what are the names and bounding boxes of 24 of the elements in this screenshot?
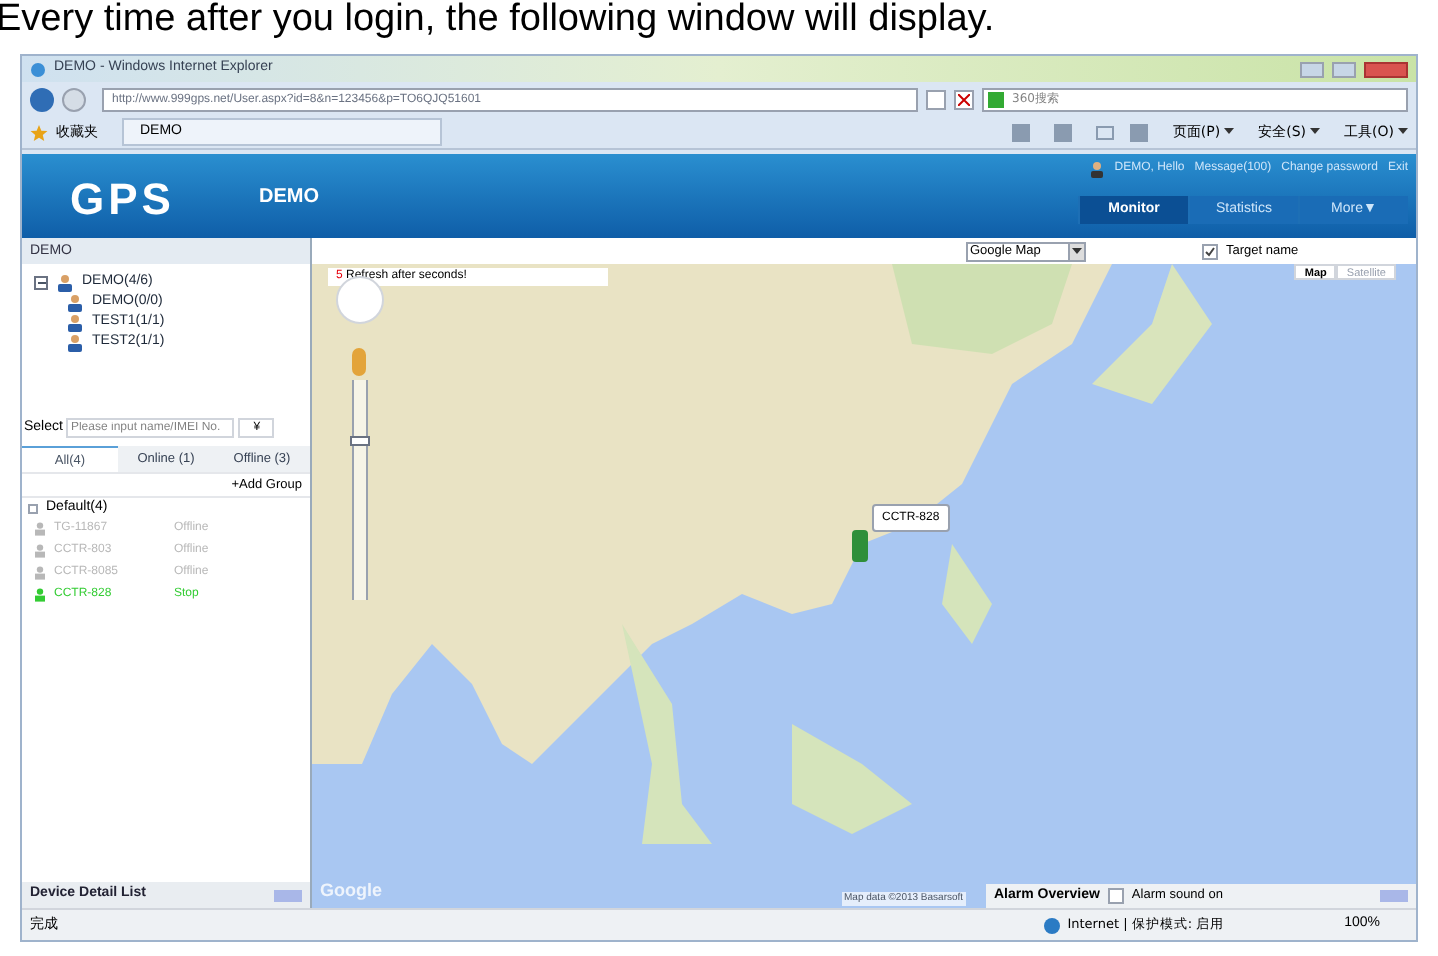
user-icon bbox=[66, 333, 84, 351]
user-icon bbox=[1090, 161, 1105, 177]
close-button[interactable] bbox=[1364, 61, 1408, 77]
checkbox[interactable] bbox=[1107, 888, 1124, 904]
collapse-icon[interactable] bbox=[34, 275, 48, 289]
caret-icon bbox=[1072, 247, 1082, 255]
app-logo: GPS bbox=[70, 172, 175, 222]
caret-icon bbox=[1398, 128, 1408, 136]
user-icon bbox=[56, 273, 74, 291]
zoom-slider-thumb[interactable] bbox=[350, 435, 370, 445]
caret-icon bbox=[1224, 128, 1235, 136]
star-icon bbox=[30, 123, 48, 141]
google-logo: Google bbox=[320, 877, 382, 904]
forward-button[interactable] bbox=[62, 87, 86, 111]
checkbox[interactable] bbox=[1202, 243, 1218, 259]
close-icon[interactable] bbox=[954, 89, 974, 109]
user-icon bbox=[66, 313, 84, 331]
minimize-button[interactable] bbox=[1300, 61, 1324, 77]
caret-icon bbox=[1310, 128, 1321, 136]
car-marker-icon bbox=[850, 530, 870, 562]
back-button[interactable] bbox=[30, 87, 54, 111]
account-name: DEMO bbox=[258, 184, 319, 206]
user-icon bbox=[66, 293, 84, 311]
maximize-button[interactable] bbox=[1332, 61, 1356, 77]
